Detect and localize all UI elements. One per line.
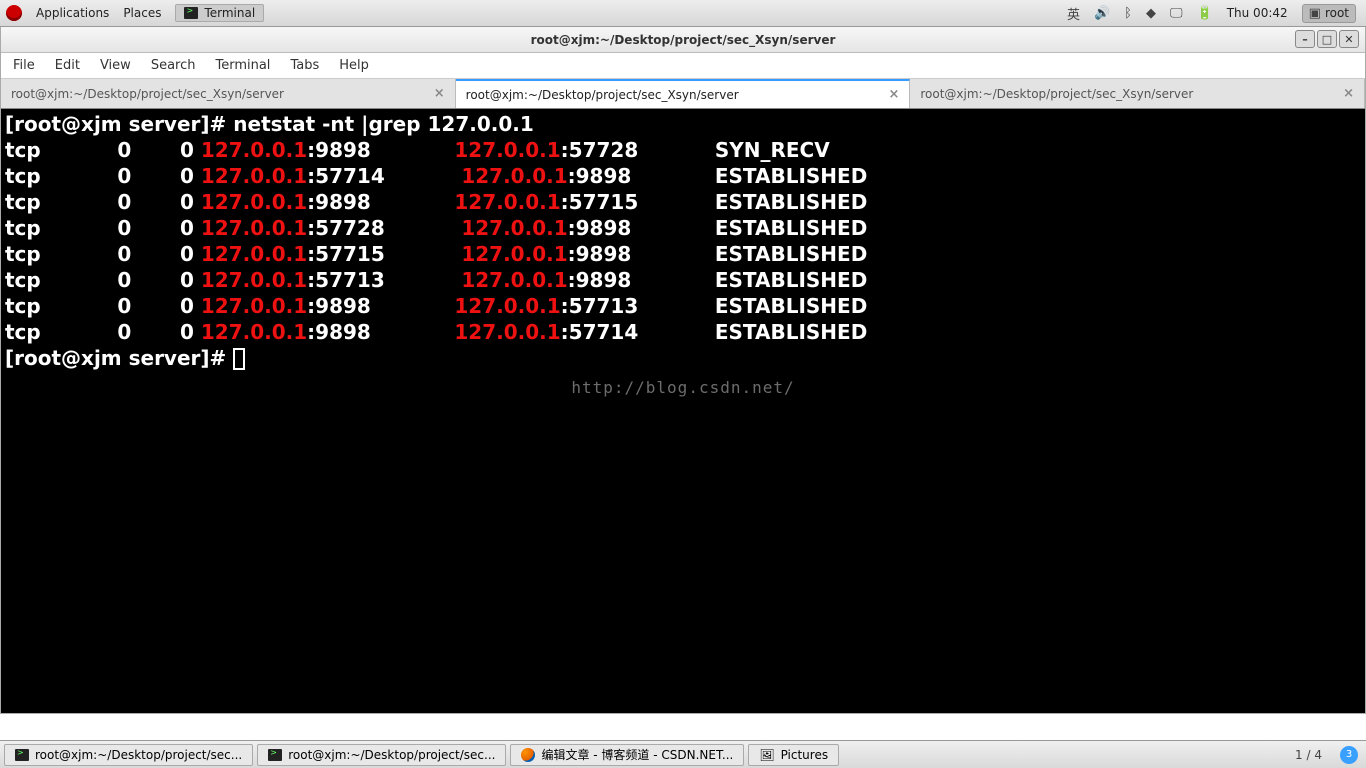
tab-close-icon[interactable]: ×: [434, 86, 445, 101]
terminal-window: root@xjm:~/Desktop/project/sec_Xsyn/serv…: [0, 27, 1366, 714]
terminal-icon: [184, 7, 198, 19]
terminal-icon: [268, 749, 282, 761]
tab-2[interactable]: root@xjm:~/Desktop/project/sec_Xsyn/serv…: [456, 79, 911, 108]
taskbar-item-terminal-2[interactable]: root@xjm:~/Desktop/project/sec...: [257, 744, 506, 766]
user-label: root: [1325, 6, 1349, 20]
terminal-line: tcp 0 0 127.0.0.1:57713 127.0.0.1:9898 E…: [5, 267, 1361, 293]
tab-3[interactable]: root@xjm:~/Desktop/project/sec_Xsyn/serv…: [910, 79, 1365, 108]
taskbar-item-pictures[interactable]: Pictures: [748, 744, 839, 766]
tab-label: root@xjm:~/Desktop/project/sec_Xsyn/serv…: [466, 88, 739, 102]
running-app-label: Terminal: [204, 6, 255, 20]
terminal-output[interactable]: http://blog.csdn.net/ [root@xjm server]#…: [1, 109, 1365, 713]
applications-menu[interactable]: Applications: [36, 6, 109, 20]
tab-1[interactable]: root@xjm:~/Desktop/project/sec_Xsyn/serv…: [1, 79, 456, 108]
tab-close-icon[interactable]: ×: [888, 87, 899, 102]
power-icon: ▣: [1309, 6, 1321, 21]
gnome-top-panel: Applications Places Terminal 英 🔊 ᛒ ◆ 🖵 🔋…: [0, 0, 1366, 27]
tab-close-icon[interactable]: ×: [1343, 86, 1354, 101]
running-app-button[interactable]: Terminal: [175, 4, 264, 22]
menu-help[interactable]: Help: [339, 58, 369, 73]
gnome-bottom-panel: root@xjm:~/Desktop/project/sec... root@x…: [0, 740, 1366, 768]
close-button[interactable]: ✕: [1339, 30, 1359, 48]
accessibility-icon[interactable]: ◆: [1146, 6, 1156, 21]
terminal-line: tcp 0 0 127.0.0.1:9898 127.0.0.1:57728 S…: [5, 137, 1361, 163]
taskbar-item-terminal-1[interactable]: root@xjm:~/Desktop/project/sec...: [4, 744, 253, 766]
terminal-line: [root@xjm server]# netstat -nt |grep 127…: [5, 111, 1361, 137]
bluetooth-icon[interactable]: ᛒ: [1124, 6, 1132, 21]
workspace-indicator[interactable]: 1 / 4: [1285, 748, 1332, 762]
tab-label: root@xjm:~/Desktop/project/sec_Xsyn/serv…: [920, 87, 1193, 101]
menu-file[interactable]: File: [13, 58, 35, 73]
firefox-icon: [521, 748, 535, 762]
task-label: Pictures: [781, 748, 829, 762]
menubar: File Edit View Search Terminal Tabs Help: [1, 53, 1365, 79]
window-title: root@xjm:~/Desktop/project/sec_Xsyn/serv…: [531, 33, 836, 47]
terminal-line: tcp 0 0 127.0.0.1:57714 127.0.0.1:9898 E…: [5, 163, 1361, 189]
display-icon[interactable]: 🖵: [1170, 6, 1183, 21]
distro-logo-icon: [6, 5, 22, 21]
places-menu[interactable]: Places: [123, 6, 161, 20]
battery-icon[interactable]: 🔋: [1197, 6, 1213, 21]
minimize-button[interactable]: –: [1295, 30, 1315, 48]
menu-terminal[interactable]: Terminal: [215, 58, 270, 73]
volume-icon[interactable]: 🔊: [1094, 6, 1110, 21]
menu-tabs[interactable]: Tabs: [290, 58, 319, 73]
terminal-line: [root@xjm server]#: [5, 345, 1361, 371]
menu-view[interactable]: View: [100, 58, 131, 73]
notification-badge[interactable]: 3: [1340, 746, 1358, 764]
clock[interactable]: Thu 00:42: [1227, 6, 1288, 20]
task-label: root@xjm:~/Desktop/project/sec...: [35, 748, 242, 762]
terminal-icon: [15, 749, 29, 761]
terminal-line: tcp 0 0 127.0.0.1:57728 127.0.0.1:9898 E…: [5, 215, 1361, 241]
window-titlebar[interactable]: root@xjm:~/Desktop/project/sec_Xsyn/serv…: [1, 27, 1365, 53]
terminal-line: tcp 0 0 127.0.0.1:9898 127.0.0.1:57714 E…: [5, 319, 1361, 345]
terminal-tabs: root@xjm:~/Desktop/project/sec_Xsyn/serv…: [1, 79, 1365, 109]
terminal-line: tcp 0 0 127.0.0.1:57715 127.0.0.1:9898 E…: [5, 241, 1361, 267]
tab-label: root@xjm:~/Desktop/project/sec_Xsyn/serv…: [11, 87, 284, 101]
menu-search[interactable]: Search: [151, 58, 196, 73]
menu-edit[interactable]: Edit: [55, 58, 80, 73]
user-menu[interactable]: ▣ root: [1302, 4, 1356, 23]
maximize-button[interactable]: □: [1317, 30, 1337, 48]
watermark-text: http://blog.csdn.net/: [571, 375, 794, 401]
terminal-line: tcp 0 0 127.0.0.1:9898 127.0.0.1:57713 E…: [5, 293, 1361, 319]
task-label: 编辑文章 - 博客频道 - CSDN.NET...: [541, 746, 733, 763]
task-label: root@xjm:~/Desktop/project/sec...: [288, 748, 495, 762]
ime-indicator[interactable]: 英: [1067, 4, 1080, 23]
taskbar-item-firefox[interactable]: 编辑文章 - 博客频道 - CSDN.NET...: [510, 744, 744, 766]
terminal-line: tcp 0 0 127.0.0.1:9898 127.0.0.1:57715 E…: [5, 189, 1361, 215]
